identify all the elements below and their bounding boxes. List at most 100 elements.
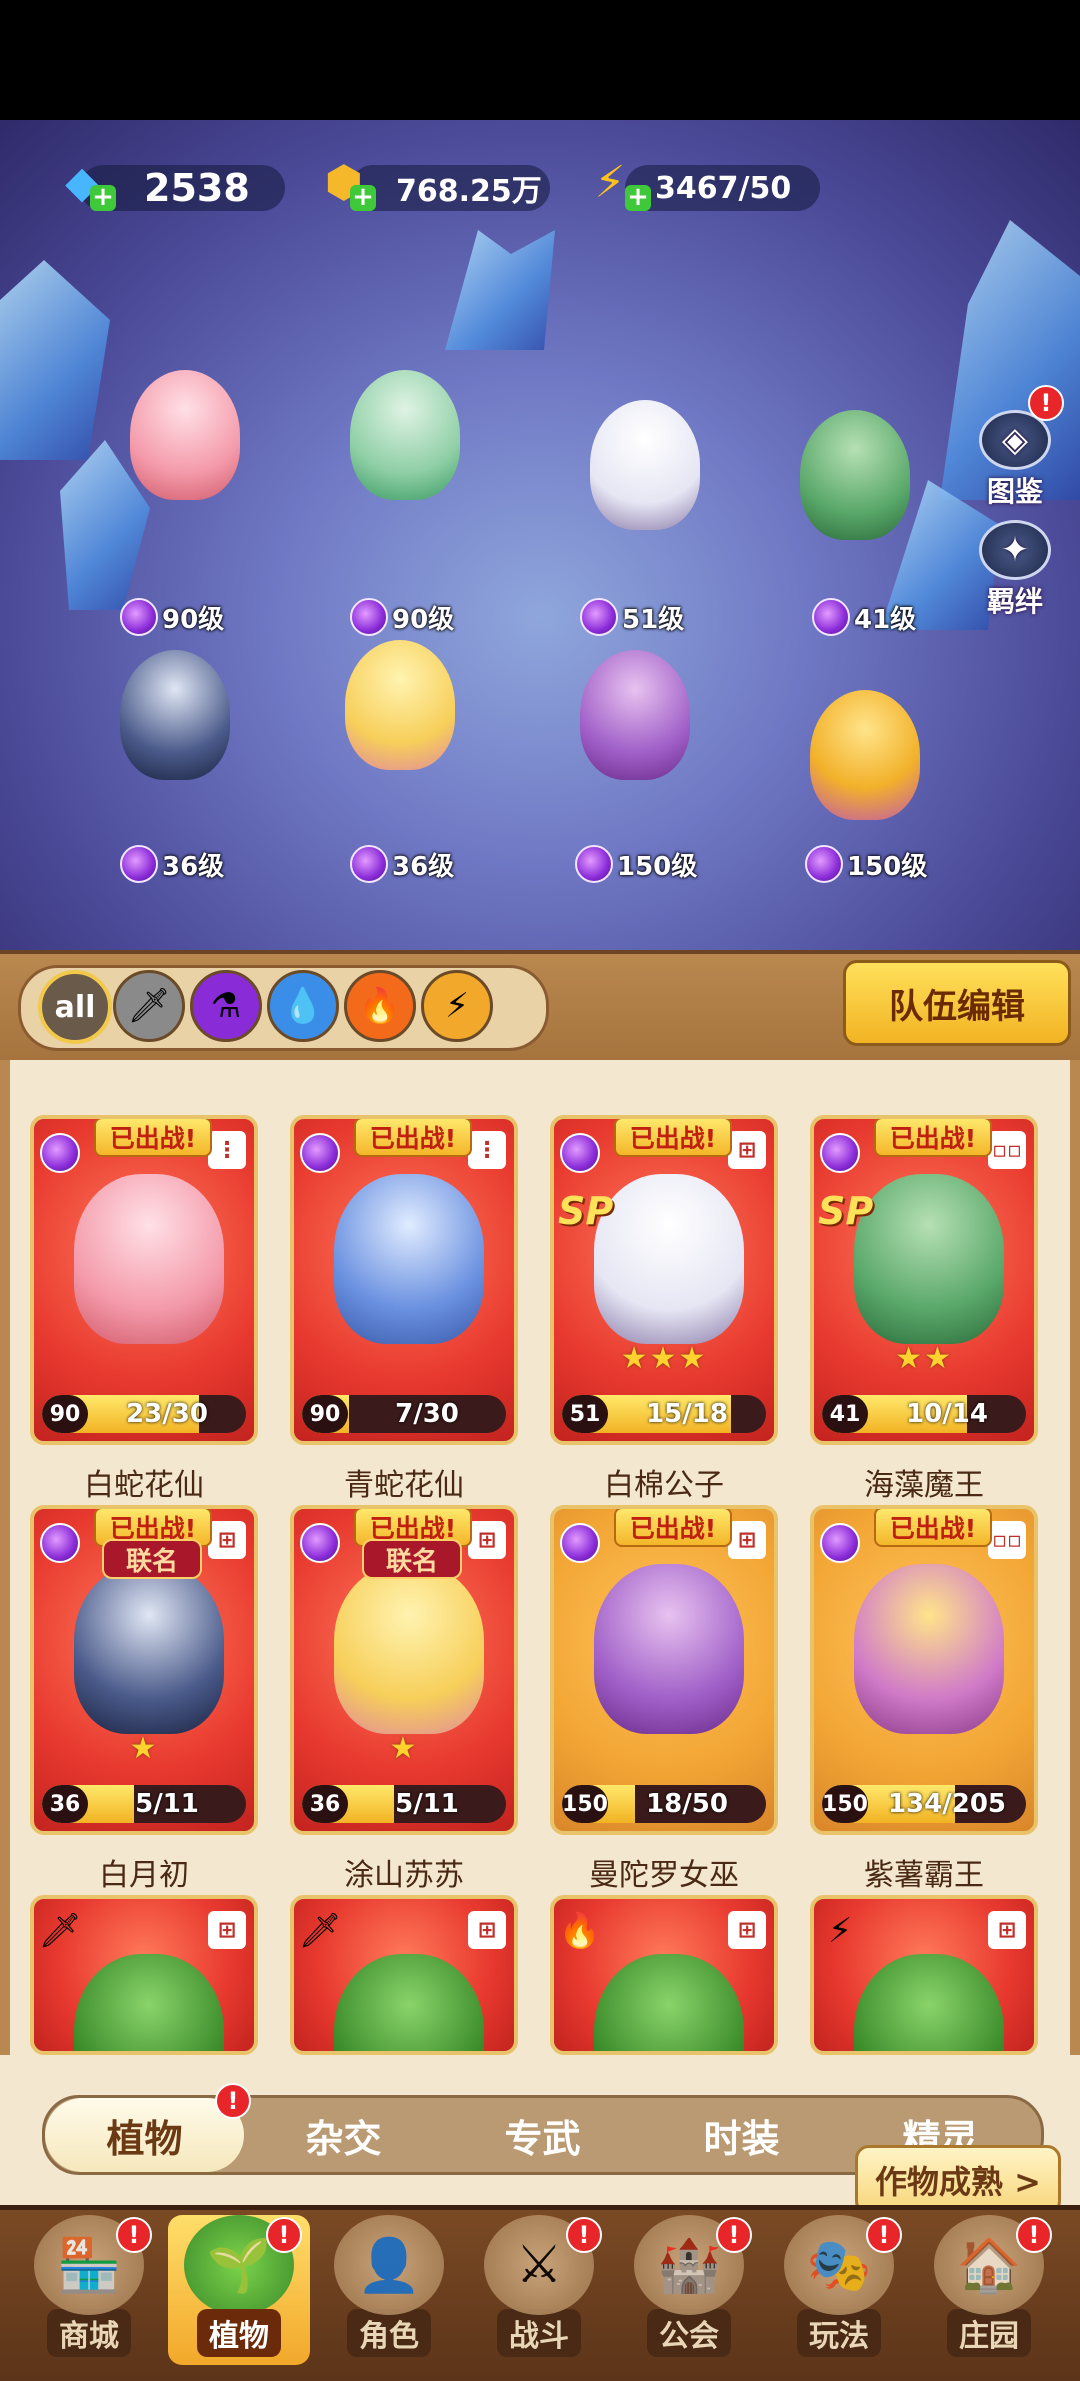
progress-bar: 90 7/30 (302, 1395, 506, 1433)
nav-plant[interactable]: 🌱 植物! (168, 2215, 310, 2365)
plant-card[interactable]: 🗡 ⊞ (30, 1895, 258, 2055)
card-level: 150 (822, 1785, 868, 1823)
nav-gameplay[interactable]: 🎭 玩法! (768, 2215, 910, 2365)
plant-name: 紫薯霸王 (864, 1858, 984, 1893)
subtab-4[interactable]: 时装 (642, 2098, 841, 2172)
fire-icon[interactable]: 🔥 (344, 970, 416, 1042)
nav-battle[interactable]: ⚔ 战斗! (468, 2215, 610, 2365)
subtab-3[interactable]: 专武 (443, 2098, 642, 2172)
plant-portrait (854, 1174, 1004, 1344)
hero-level: 51级 (580, 598, 684, 636)
progress-bar: 90 23/30 (42, 1395, 246, 1433)
add-energy-icon[interactable]: + (625, 184, 651, 211)
potion-icon (820, 1133, 860, 1173)
codex-button[interactable]: ◈ 图鉴 (975, 410, 1055, 510)
add-gems-icon[interactable]: + (90, 184, 116, 211)
progress-bar: 51 15/18 (562, 1395, 766, 1433)
plant-card[interactable]: ⚡ ⊞ (810, 1895, 1038, 2055)
slot-pattern-icon: ⊞ (728, 1911, 766, 1949)
plant-card[interactable]: ▫▫ 已出战! SP ★★ 41 10/14 (810, 1115, 1038, 1445)
potion-icon (575, 845, 613, 883)
hero-sprite (580, 650, 690, 780)
nav-label: 公会 (647, 2309, 731, 2357)
hero-level: 90级 (350, 598, 454, 636)
hero-level: 41级 (812, 598, 916, 636)
progress-bar: 36 5/11 (302, 1785, 506, 1823)
sword-icon: 🗡 (38, 1911, 82, 1951)
plant-card[interactable]: 🔥 ⊞ (550, 1895, 778, 2055)
team-edit-button[interactable]: 队伍编辑 (843, 960, 1071, 1046)
deployed-sticker: 已出战! (614, 1119, 732, 1157)
card-progress: 10/14 (906, 1399, 988, 1429)
sp-badge: SP (558, 1189, 614, 1233)
potion-icon (40, 1133, 80, 1173)
hero-slot[interactable] (325, 640, 475, 810)
notification-badge: ! (116, 2217, 152, 2253)
hero-sprite (345, 640, 455, 770)
plant-card[interactable]: ⋮ 已出战! 90 23/30 (30, 1115, 258, 1445)
nav-label: 商城 (47, 2309, 131, 2357)
hero-sprite (590, 400, 700, 530)
lightning-icon[interactable]: ⚡ (421, 970, 493, 1042)
card-progress: 5/11 (135, 1789, 199, 1819)
filter-all-button[interactable]: all (38, 970, 112, 1044)
bond-label: 羁绊 (986, 585, 1043, 618)
crystal-decoration (445, 230, 555, 350)
nav-label: 玩法 (797, 2309, 881, 2357)
character-icon: 👤 (334, 2215, 444, 2315)
plant-portrait (594, 1174, 744, 1344)
hero-slot[interactable] (330, 370, 480, 540)
card-level: 90 (302, 1395, 348, 1433)
card-progress: 134/205 (887, 1789, 1007, 1819)
hero-slot[interactable] (110, 370, 260, 540)
sword-icon: 🗡 (298, 1911, 342, 1951)
nav-character[interactable]: 👤 角色 (318, 2215, 460, 2365)
nav-shop[interactable]: 🏪 商城! (18, 2215, 160, 2365)
card-progress: 7/30 (395, 1399, 459, 1429)
coins-counter[interactable]: 768.25万 (350, 165, 550, 211)
hero-sprite (130, 370, 240, 500)
nav-guild[interactable]: 🏰 公会! (618, 2215, 760, 2365)
hero-slot[interactable] (560, 650, 710, 820)
potion-icon (350, 598, 388, 636)
potion-icon[interactable]: ⚗ (190, 970, 262, 1042)
nav-manor[interactable]: 🏠 庄园! (918, 2215, 1060, 2365)
plant-name: 白月初 (99, 1858, 189, 1893)
notification-badge: ! (566, 2217, 602, 2253)
status-bar (0, 0, 1080, 120)
plant-portrait (334, 1564, 484, 1734)
potion-icon (560, 1523, 600, 1563)
star-rating: ★ (389, 1731, 419, 1766)
plant-card[interactable]: ⊞ 已出战! 联名 ★ 36 5/11 (30, 1505, 258, 1835)
card-level: 36 (42, 1785, 88, 1823)
card-progress: 15/18 (646, 1399, 728, 1429)
plant-card[interactable]: ⊞ 已出战! SP ★★★ 51 15/18 (550, 1115, 778, 1445)
codex-label: 图鉴 (986, 475, 1043, 508)
slot-pattern-icon: ⊞ (208, 1521, 246, 1559)
energy-counter[interactable]: 3467/50 (625, 165, 820, 211)
plant-card[interactable]: ⋮ 已出战! 90 7/30 (290, 1115, 518, 1445)
hero-slot[interactable] (100, 650, 250, 820)
subtab-1[interactable]: 植物 (45, 2098, 244, 2172)
water-icon[interactable]: 💧 (267, 970, 339, 1042)
card-level: 51 (562, 1395, 608, 1433)
plant-card[interactable]: ⊞ 已出战! 150 18/50 (550, 1505, 778, 1835)
bond-button[interactable]: ✦ 羁绊 (975, 520, 1055, 620)
notification-badge: ! (716, 2217, 752, 2253)
hero-slot[interactable] (570, 400, 720, 570)
slot-pattern-icon: ⊞ (208, 1911, 246, 1949)
crystal-decoration (0, 260, 110, 460)
hero-slot[interactable] (790, 690, 940, 860)
plant-card[interactable]: ⊞ 已出战! 联名 ★ 36 5/11 (290, 1505, 518, 1835)
nav-label: 角色 (347, 2309, 431, 2357)
hero-level: 36级 (120, 845, 224, 883)
gems-value: 2538 (144, 166, 250, 210)
sword-icon[interactable]: 🗡 (113, 970, 185, 1042)
add-coins-icon[interactable]: + (350, 184, 376, 211)
deployed-sticker: 已出战! (874, 1509, 992, 1547)
plant-card[interactable]: ▫▫ 已出战! 150 134/205 (810, 1505, 1038, 1835)
deployed-sticker: 已出战! (354, 1119, 472, 1157)
subtab-2[interactable]: 杂交 (244, 2098, 443, 2172)
hero-slot[interactable] (780, 410, 930, 580)
plant-card[interactable]: 🗡 ⊞ (290, 1895, 518, 2055)
